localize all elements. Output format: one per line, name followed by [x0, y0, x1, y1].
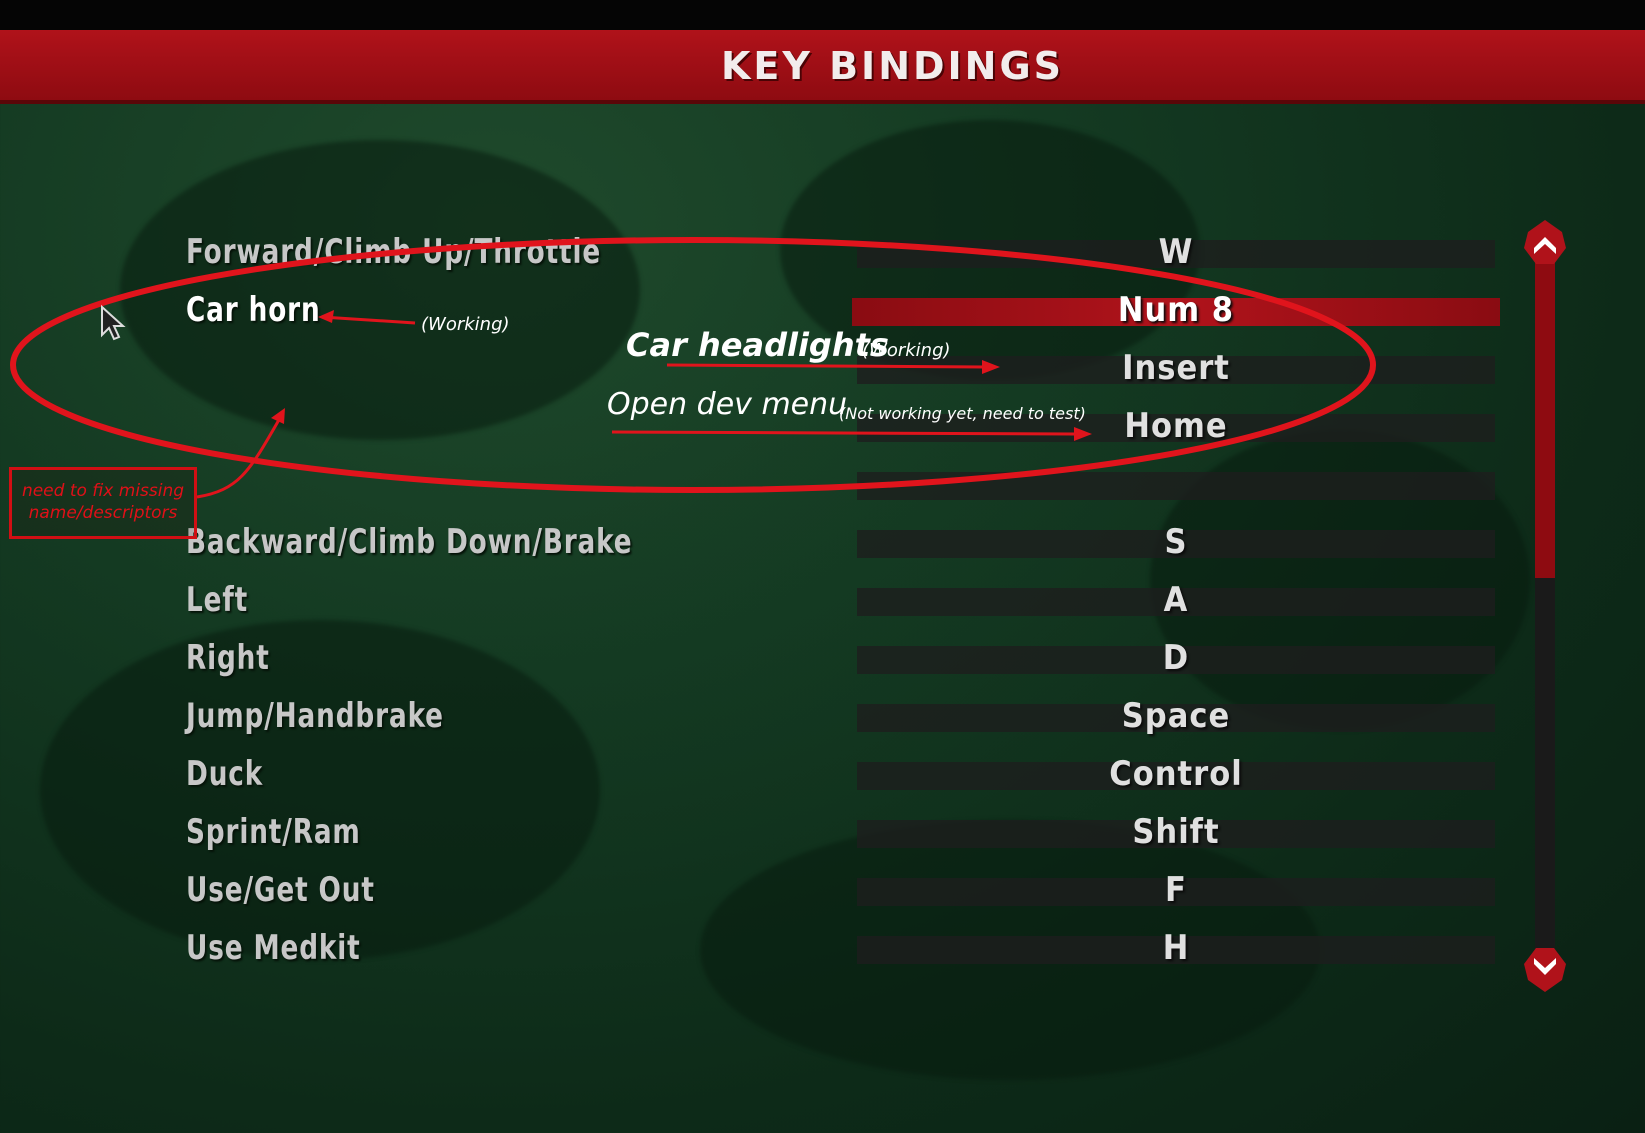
- missing-names-line2: name/descriptors: [28, 503, 178, 523]
- dev-menu-annotation: Open dev menu: [607, 387, 848, 422]
- missing-names-line1: need to fix missing: [21, 481, 185, 501]
- headlights-note: (Working): [862, 340, 951, 361]
- missing-names-note: need to fix missing name/descriptors: [9, 467, 197, 539]
- dev-menu-note: (Not working yet, need to test): [839, 404, 1086, 423]
- annotation-overlay: [10, 237, 1376, 499]
- mouse-cursor-icon: [101, 304, 126, 341]
- headlights-annotation: Car headlights: [626, 326, 889, 364]
- car-horn-note: (Working): [421, 314, 510, 335]
